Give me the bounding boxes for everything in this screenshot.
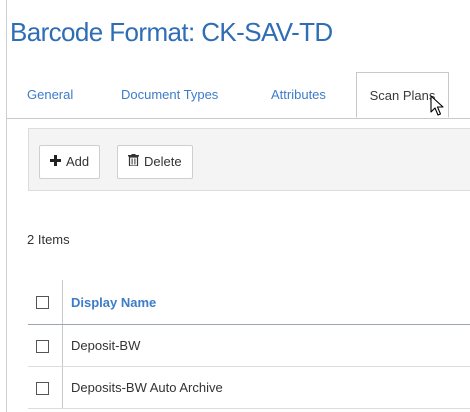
tab-general[interactable]: General: [27, 72, 73, 118]
grid-header-row: Display Name: [28, 280, 470, 325]
toolbar: Add Delete: [28, 128, 470, 191]
row-display-name: Deposits-BW Auto Archive: [71, 380, 223, 395]
add-button-label: Add: [66, 154, 90, 169]
tab-bar: General Document Types Attributes Scan P…: [7, 72, 470, 119]
row-checkbox[interactable]: [36, 340, 49, 353]
row-display-name: Deposit-BW: [71, 338, 141, 353]
table-row[interactable]: Deposits-BW Auto Archive: [28, 367, 470, 409]
table-row[interactable]: Deposit-BW: [28, 325, 470, 367]
data-grid: Display Name Deposit-BW Deposits-BW Auto…: [28, 280, 470, 409]
tab-document-types[interactable]: Document Types: [121, 72, 218, 118]
column-header-display-name[interactable]: Display Name: [71, 295, 156, 310]
column-divider: [62, 367, 63, 408]
select-all-checkbox[interactable]: [36, 296, 49, 309]
trash-icon: [128, 146, 139, 178]
column-divider: [62, 325, 63, 366]
delete-button[interactable]: Delete: [117, 145, 193, 179]
items-count: 2 Items: [27, 232, 70, 247]
delete-button-label: Delete: [144, 154, 182, 169]
tab-attributes[interactable]: Attributes: [271, 72, 326, 118]
mouse-pointer-icon: [430, 95, 444, 122]
add-button[interactable]: Add: [39, 145, 101, 179]
column-divider: [62, 280, 63, 324]
page-title: Barcode Format: CK-SAV-TD: [10, 17, 333, 47]
plus-icon: [50, 146, 61, 178]
row-checkbox[interactable]: [36, 382, 49, 395]
